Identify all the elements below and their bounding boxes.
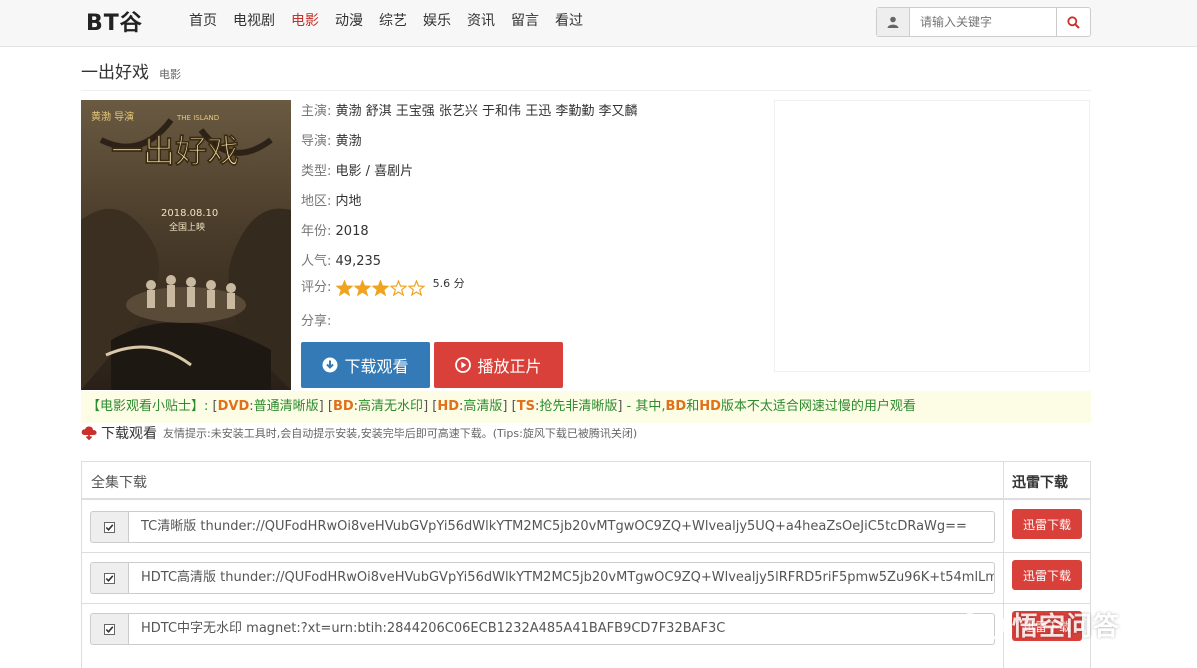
star-empty-icon[interactable] [389, 279, 407, 296]
tip-head: 【电影观看小贴士】: [87, 399, 209, 414]
watermark-text: 悟空问答 [1012, 612, 1121, 642]
rating-score: 5.6 分 [432, 277, 465, 290]
download-link-field[interactable]: HDTC中字无水印 magnet:?xt=urn:btih:2844206C06… [128, 613, 995, 645]
download-hint-label: 下载观看 [101, 426, 157, 442]
category-label[interactable]: 电影 [159, 66, 181, 82]
year-label: 年份: [301, 224, 332, 239]
site-logo[interactable]: BT谷 [86, 6, 143, 36]
user-icon[interactable] [877, 8, 910, 36]
poster-release-note: 全国上映 [169, 221, 205, 233]
tip-bd-code: BD [332, 399, 354, 414]
download-watch-label: 下载观看 [344, 357, 409, 376]
viewing-tip-bar: 【电影观看小贴士】: [DVD:普通清晰版] [BD:高清无水印] [HD:高清… [81, 391, 1091, 423]
rating-stars[interactable] [335, 279, 425, 296]
tip-hd-text: 高清版 [463, 399, 503, 414]
tip-and: 和 [686, 399, 700, 414]
header-thunder-download: 迅雷下载 [1012, 475, 1068, 491]
poster-director-credit: 黄渤 导演 [91, 110, 134, 123]
nav-item-movie[interactable]: 电影 [291, 11, 319, 31]
actors-value[interactable]: 黄渤 舒淇 王宝强 张艺兴 于和伟 王迅 李勤勤 李又麟 [336, 104, 638, 119]
download-icon [322, 357, 338, 373]
tip-dvd-code: DVD [217, 399, 250, 414]
tip-hd-code: HD [437, 399, 460, 414]
tip-tail2: 版本不太适合网速过慢的用户观看 [720, 399, 916, 414]
poster-title: 一出好戏 [111, 132, 239, 170]
tip-bd-text: 高清无水印 [358, 399, 424, 414]
popularity-value: 49,235 [335, 254, 382, 269]
star-filled-icon[interactable] [371, 279, 389, 296]
search-icon[interactable] [1056, 8, 1090, 36]
popularity-label: 人气: [301, 254, 332, 269]
search-input[interactable] [910, 8, 1056, 36]
thunder-download-button[interactable]: 迅雷下载 [1012, 509, 1082, 539]
row-divider [1003, 552, 1090, 553]
table-row: HDTC高清版 thunder://QUFodHRwOi8veHVubGVpYi… [82, 553, 1003, 604]
download-table: 全集下载 迅雷下载 TC清晰版 thunder://QUFodHRwOi8veH… [81, 461, 1091, 668]
thunder-download-button[interactable]: 迅雷下载 [1012, 560, 1082, 590]
cloud-download-icon [81, 426, 97, 440]
star-empty-icon[interactable] [407, 279, 425, 296]
nav-item-news[interactable]: 资讯 [467, 11, 495, 31]
ad-placeholder [774, 100, 1090, 372]
nav-item-variety[interactable]: 综艺 [379, 11, 407, 31]
top-navbar: BT谷 首页 电视剧 电影 动漫 综艺 娱乐 资讯 留言 看过 [0, 0, 1197, 47]
tip-bd2: BD [665, 399, 687, 414]
divider [81, 90, 1091, 91]
movie-poster[interactable]: 黄渤 导演 THE ISLAND 一出好戏 2018.08.10 全国上映 [81, 100, 291, 390]
tip-ts-text: 抢先非清晰版 [539, 399, 618, 414]
share-label: 分享: [301, 314, 332, 329]
nav-item-anime[interactable]: 动漫 [335, 11, 363, 31]
download-link-field[interactable]: HDTC高清版 thunder://QUFodHRwOi8veHVubGVpYi… [128, 562, 995, 594]
tip-tail1: - 其中, [622, 399, 666, 414]
nav-item-entertainment[interactable]: 娱乐 [423, 11, 451, 31]
tip-ts-code: TS [516, 399, 535, 414]
director-value[interactable]: 黄渤 [336, 134, 362, 149]
region-label: 地区: [301, 194, 332, 209]
region-value[interactable]: 内地 [336, 194, 362, 209]
row-divider [1003, 603, 1090, 604]
download-hint: 下载观看 友情提示:未安装工具时,会自动提示安装,安装完毕后即可高速下载。(Ti… [81, 423, 637, 443]
watermark: 悟空问答 [960, 606, 1120, 643]
poster-release-date: 2018.08.10 [161, 208, 218, 219]
table-header: 全集下载 迅雷下载 [82, 462, 1090, 500]
wukong-logo-icon [960, 608, 1006, 641]
tip-hd2: HD [699, 399, 721, 414]
play-circle-icon [455, 357, 472, 373]
logo-text: BT谷 [86, 11, 143, 36]
row-checkbox[interactable] [90, 511, 128, 543]
year-value: 2018 [335, 224, 369, 239]
row-checkbox[interactable] [90, 562, 128, 594]
play-movie-label: 播放正片 [477, 357, 542, 376]
movie-title-bar: 一出好戏 电影 [81, 58, 181, 83]
table-row: TC清晰版 thunder://QUFodHRwOi8veHVubGVpYi56… [82, 502, 1003, 553]
download-hint-note: 友情提示:未安装工具时,会自动提示安装,安装完毕后即可高速下载。(Tips:旋风… [163, 427, 638, 440]
star-filled-icon[interactable] [353, 279, 371, 296]
star-filled-icon[interactable] [335, 279, 353, 296]
row-checkbox[interactable] [90, 613, 128, 645]
nav-item-message[interactable]: 留言 [511, 11, 539, 31]
nav-item-home[interactable]: 首页 [189, 11, 217, 31]
main-nav: 首页 电视剧 电影 动漫 综艺 娱乐 资讯 留言 看过 [189, 11, 599, 31]
genre-label: 类型: [301, 164, 332, 179]
header-all-episodes: 全集下载 [91, 475, 147, 491]
page-title: 一出好戏 [81, 63, 149, 83]
tip-dvd-text: 普通清晰版 [253, 399, 319, 414]
table-row: HDTC中字无水印 magnet:?xt=urn:btih:2844206C06… [82, 604, 1003, 655]
director-label: 导演: [301, 134, 332, 149]
rating-label: 评分: [301, 280, 332, 295]
download-link-field[interactable]: TC清晰版 thunder://QUFodHRwOi8veHVubGVpYi56… [128, 511, 995, 543]
nav-item-tv[interactable]: 电视剧 [233, 11, 275, 31]
play-movie-button[interactable]: 播放正片 [434, 342, 563, 388]
actors-label: 主演: [301, 104, 332, 119]
nav-item-history[interactable]: 看过 [555, 11, 583, 31]
download-watch-button[interactable]: 下载观看 [301, 342, 430, 388]
poster-english-title: THE ISLAND [176, 114, 219, 122]
search-box [876, 7, 1091, 37]
genre-value[interactable]: 电影 / 喜剧片 [336, 164, 414, 179]
